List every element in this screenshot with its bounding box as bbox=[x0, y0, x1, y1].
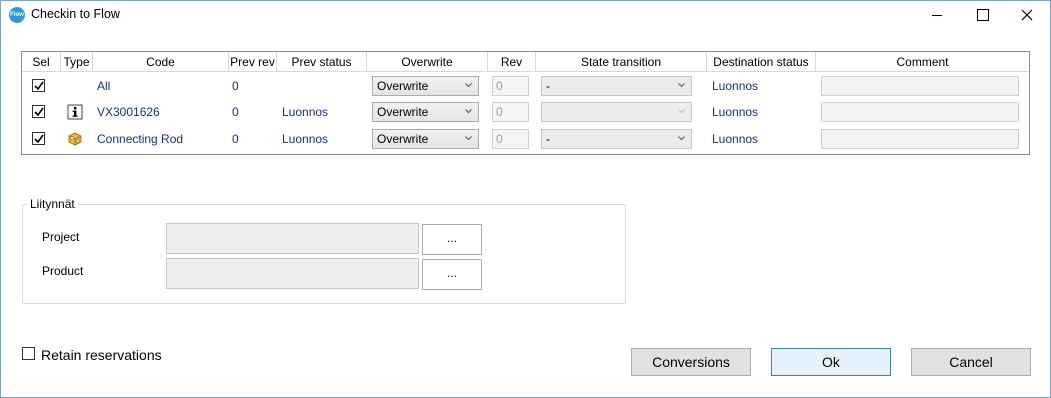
column-header-comment[interactable]: Comment bbox=[816, 52, 1029, 72]
product-label: Product bbox=[42, 264, 84, 278]
column-header-rev[interactable]: Rev bbox=[488, 52, 536, 72]
column-header-state-transition[interactable]: State transition bbox=[536, 52, 707, 72]
row-prev-rev: 0 bbox=[232, 105, 239, 119]
column-header-type[interactable]: Type bbox=[61, 52, 93, 72]
project-label: Project bbox=[42, 230, 80, 244]
checkin-grid: Sel Type Code Prev rev Prev status Overw… bbox=[21, 51, 1030, 155]
chevron-down-icon bbox=[678, 109, 685, 114]
row-prev-status: Luonnos bbox=[282, 105, 329, 119]
flow-app-icon: Flow bbox=[9, 7, 25, 23]
row-destination-status: Luonnos bbox=[712, 79, 759, 93]
comment-field[interactable] bbox=[821, 76, 1019, 96]
row-prev-status: Luonnos bbox=[282, 132, 329, 146]
rev-field[interactable]: 0 bbox=[492, 76, 529, 96]
project-browse-button[interactable]: ... bbox=[422, 224, 482, 255]
column-header-prev-status[interactable]: Prev status bbox=[277, 52, 367, 72]
window-title: Checkin to Flow bbox=[31, 7, 120, 21]
row-code: VX3001626 bbox=[97, 105, 160, 119]
close-button[interactable] bbox=[1004, 1, 1050, 29]
row-code: Connecting Rod bbox=[97, 132, 184, 146]
column-header-code[interactable]: Code bbox=[93, 52, 229, 72]
row-prev-rev: 0 bbox=[232, 79, 239, 93]
checkmark-icon bbox=[34, 81, 44, 91]
comment-field[interactable] bbox=[821, 129, 1019, 149]
column-header-destination-status[interactable]: Destination status bbox=[707, 52, 816, 72]
chevron-down-icon bbox=[465, 109, 472, 114]
maximize-button[interactable] bbox=[959, 1, 1005, 29]
column-header-sel[interactable]: Sel bbox=[22, 52, 61, 72]
state-transition-dropdown bbox=[541, 102, 692, 122]
checkmark-icon bbox=[34, 107, 44, 117]
retain-reservations-checkbox[interactable] bbox=[22, 347, 35, 360]
product-field[interactable] bbox=[166, 258, 419, 289]
row-destination-status: Luonnos bbox=[712, 132, 759, 146]
checkmark-icon bbox=[34, 134, 44, 144]
chevron-down-icon bbox=[678, 83, 685, 88]
grid-header: Sel Type Code Prev rev Prev status Overw… bbox=[22, 52, 1029, 72]
chevron-down-icon bbox=[465, 136, 472, 141]
chevron-down-icon bbox=[678, 136, 685, 141]
project-field[interactable] bbox=[166, 223, 419, 254]
chevron-down-icon bbox=[465, 83, 472, 88]
table-row: Connecting Rod 0 Luonnos Overwrite 0 - L… bbox=[22, 126, 1029, 152]
table-row: All 0 Overwrite 0 - Luonnos bbox=[22, 73, 1029, 99]
row-select-checkbox[interactable] bbox=[32, 132, 45, 145]
cancel-button[interactable]: Cancel bbox=[911, 348, 1031, 376]
state-transition-dropdown[interactable]: - bbox=[541, 76, 692, 96]
overwrite-value: Overwrite bbox=[377, 79, 429, 93]
conversions-button[interactable]: Conversions bbox=[631, 348, 751, 376]
state-transition-value: - bbox=[546, 79, 550, 93]
column-header-prev-rev[interactable]: Prev rev bbox=[229, 52, 277, 72]
overwrite-dropdown[interactable]: Overwrite bbox=[372, 76, 479, 96]
links-group: Liitynnät Project ... Product ... bbox=[22, 197, 626, 304]
product-browse-button[interactable]: ... bbox=[422, 259, 482, 290]
overwrite-dropdown[interactable]: Overwrite bbox=[372, 129, 479, 149]
overwrite-value: Overwrite bbox=[377, 105, 429, 119]
ok-button[interactable]: Ok bbox=[771, 348, 891, 376]
comment-field[interactable] bbox=[821, 102, 1019, 122]
row-prev-rev: 0 bbox=[232, 132, 239, 146]
checkin-dialog: Flow Checkin to Flow Sel Type Code Prev … bbox=[0, 0, 1051, 398]
minimize-button[interactable] bbox=[914, 1, 960, 29]
row-destination-status: Luonnos bbox=[712, 105, 759, 119]
rev-field[interactable]: 0 bbox=[492, 129, 529, 149]
table-row: VX3001626 0 Luonnos Overwrite 0 Luonnos bbox=[22, 99, 1029, 125]
rev-field[interactable]: 0 bbox=[492, 102, 529, 122]
state-transition-value: - bbox=[546, 132, 550, 146]
overwrite-value: Overwrite bbox=[377, 132, 429, 146]
overwrite-dropdown[interactable]: Overwrite bbox=[372, 102, 479, 122]
state-transition-dropdown[interactable]: - bbox=[541, 129, 692, 149]
title-bar: Flow Checkin to Flow bbox=[1, 1, 1050, 29]
close-icon bbox=[1021, 9, 1033, 21]
info-icon bbox=[67, 104, 83, 120]
row-select-checkbox[interactable] bbox=[32, 105, 45, 118]
column-header-overwrite[interactable]: Overwrite bbox=[367, 52, 488, 72]
links-group-legend: Liitynnät bbox=[27, 197, 78, 211]
row-code: All bbox=[97, 79, 111, 93]
row-select-checkbox[interactable] bbox=[32, 79, 45, 92]
part-icon bbox=[68, 132, 82, 146]
retain-reservations-label[interactable]: Retain reservations bbox=[41, 347, 162, 363]
